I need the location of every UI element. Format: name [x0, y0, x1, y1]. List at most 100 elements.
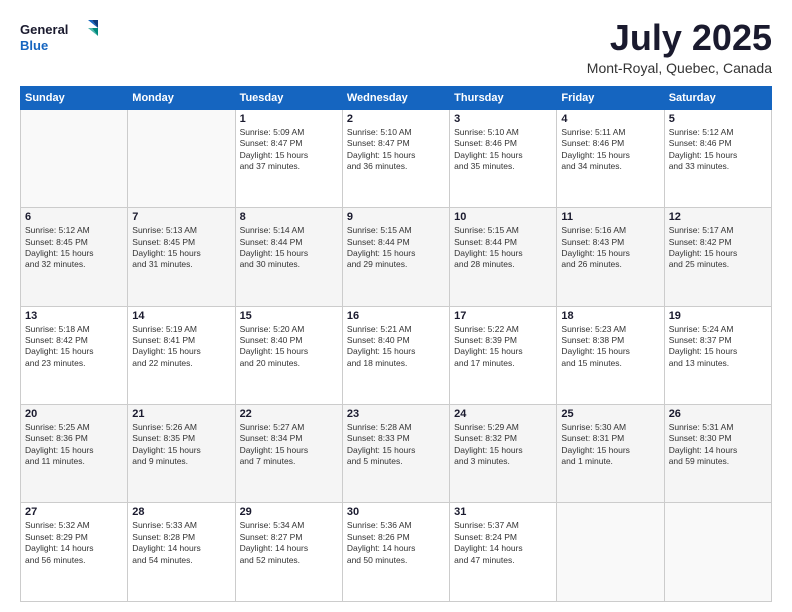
cell-week2-day4: 9Sunrise: 5:15 AM Sunset: 8:44 PM Daylig…	[342, 208, 449, 306]
day-info: Sunrise: 5:10 AM Sunset: 8:47 PM Dayligh…	[347, 127, 445, 173]
day-info: Sunrise: 5:12 AM Sunset: 8:46 PM Dayligh…	[669, 127, 767, 173]
day-info: Sunrise: 5:26 AM Sunset: 8:35 PM Dayligh…	[132, 422, 230, 468]
week-row-5: 27 Sunrise: 5:32 AM Sunset: 8:29 PM Dayli…	[21, 503, 772, 602]
day-info: Sunrise: 5:19 AM Sunset: 8:41 PM Dayligh…	[132, 324, 230, 370]
day-info: Sunrise: 5:10 AM Sunset: 8:46 PM Dayligh…	[454, 127, 552, 173]
day-info: Sunrise: 5:37 AM Sunset: 8:24 PM Dayligh…	[454, 520, 552, 566]
day-number: 17	[454, 310, 552, 322]
calendar-header: SundayMondayTuesdayWednesdayThursdayFrid…	[21, 86, 772, 109]
day-info: Sunrise: 5:28 AM Sunset: 8:33 PM Dayligh…	[347, 422, 445, 468]
day-info: Sunrise: 5:18 AM Sunset: 8:42 PM Dayligh…	[25, 324, 123, 370]
cell-week1-day4: 2Sunrise: 5:10 AM Sunset: 8:47 PM Daylig…	[342, 109, 449, 207]
day-info: Sunrise: 5:24 AM Sunset: 8:37 PM Dayligh…	[669, 324, 767, 370]
day-info: Sunrise: 5:36 AM Sunset: 8:26 PM Dayligh…	[347, 520, 445, 566]
cell-week1-day1	[21, 109, 128, 207]
day-info: Sunrise: 5:25 AM Sunset: 8:36 PM Dayligh…	[25, 422, 123, 468]
day-info: Sunrise: 5:27 AM Sunset: 8:34 PM Dayligh…	[240, 422, 338, 468]
day-number: 24	[454, 408, 552, 420]
day-number: 12	[669, 211, 767, 223]
day-info: Sunrise: 5:32 AM Sunset: 8:29 PM Dayligh…	[25, 520, 123, 566]
cell-week3-day6: 18 Sunrise: 5:23 AM Sunset: 8:38 PM Dayli…	[557, 306, 664, 404]
day-number: 23	[347, 408, 445, 420]
cell-week5-day1: 27 Sunrise: 5:32 AM Sunset: 8:29 PM Dayli…	[21, 503, 128, 602]
day-number: 21	[132, 408, 230, 420]
day-info: Sunrise: 5:22 AM Sunset: 8:39 PM Dayligh…	[454, 324, 552, 370]
header-wednesday: Wednesday	[342, 86, 449, 109]
cell-week3-day7: 19 Sunrise: 5:24 AM Sunset: 8:37 PM Dayli…	[664, 306, 771, 404]
cell-week1-day2	[128, 109, 235, 207]
day-number: 9	[347, 211, 445, 223]
calendar-body: 1 Sunrise: 5:09 AM Sunset: 8:47 PM Daylig…	[21, 109, 772, 601]
cell-week5-day2: 28Sunrise: 5:33 AM Sunset: 8:28 PM Dayli…	[128, 503, 235, 602]
day-number: 4	[561, 113, 659, 125]
week-row-4: 20 Sunrise: 5:25 AM Sunset: 8:36 PM Dayli…	[21, 405, 772, 503]
cell-week4-day3: 22 Sunrise: 5:27 AM Sunset: 8:34 PM Dayli…	[235, 405, 342, 503]
week-row-2: 6Sunrise: 5:12 AM Sunset: 8:45 PM Daylig…	[21, 208, 772, 306]
day-number: 26	[669, 408, 767, 420]
header-row: SundayMondayTuesdayWednesdayThursdayFrid…	[21, 86, 772, 109]
title-block: July 2025 Mont-Royal, Quebec, Canada	[587, 18, 772, 76]
day-info: Sunrise: 5:34 AM Sunset: 8:27 PM Dayligh…	[240, 520, 338, 566]
header-monday: Monday	[128, 86, 235, 109]
main-title: July 2025	[587, 18, 772, 58]
day-info: Sunrise: 5:17 AM Sunset: 8:42 PM Dayligh…	[669, 225, 767, 271]
header: General Blue July 2025 Mont-Royal, Quebe…	[20, 18, 772, 76]
week-row-1: 1 Sunrise: 5:09 AM Sunset: 8:47 PM Daylig…	[21, 109, 772, 207]
svg-text:General: General	[20, 22, 68, 37]
header-sunday: Sunday	[21, 86, 128, 109]
day-number: 28	[132, 506, 230, 518]
day-number: 3	[454, 113, 552, 125]
day-info: Sunrise: 5:13 AM Sunset: 8:45 PM Dayligh…	[132, 225, 230, 271]
day-number: 19	[669, 310, 767, 322]
day-number: 31	[454, 506, 552, 518]
cell-week5-day5: 31 Sunrise: 5:37 AM Sunset: 8:24 PM Dayli…	[450, 503, 557, 602]
cell-week4-day4: 23 Sunrise: 5:28 AM Sunset: 8:33 PM Dayli…	[342, 405, 449, 503]
cell-week1-day5: 3 Sunrise: 5:10 AM Sunset: 8:46 PM Daylig…	[450, 109, 557, 207]
cell-week3-day5: 17 Sunrise: 5:22 AM Sunset: 8:39 PM Dayli…	[450, 306, 557, 404]
day-info: Sunrise: 5:23 AM Sunset: 8:38 PM Dayligh…	[561, 324, 659, 370]
header-thursday: Thursday	[450, 86, 557, 109]
day-info: Sunrise: 5:31 AM Sunset: 8:30 PM Dayligh…	[669, 422, 767, 468]
week-row-3: 13Sunrise: 5:18 AM Sunset: 8:42 PM Dayli…	[21, 306, 772, 404]
day-number: 18	[561, 310, 659, 322]
page: General Blue July 2025 Mont-Royal, Quebe…	[0, 0, 792, 612]
day-number: 30	[347, 506, 445, 518]
day-number: 29	[240, 506, 338, 518]
day-number: 27	[25, 506, 123, 518]
cell-week2-day2: 7Sunrise: 5:13 AM Sunset: 8:45 PM Daylig…	[128, 208, 235, 306]
cell-week2-day5: 10Sunrise: 5:15 AM Sunset: 8:44 PM Dayli…	[450, 208, 557, 306]
day-number: 20	[25, 408, 123, 420]
cell-week3-day1: 13Sunrise: 5:18 AM Sunset: 8:42 PM Dayli…	[21, 306, 128, 404]
header-tuesday: Tuesday	[235, 86, 342, 109]
subtitle: Mont-Royal, Quebec, Canada	[587, 60, 772, 76]
cell-week2-day1: 6Sunrise: 5:12 AM Sunset: 8:45 PM Daylig…	[21, 208, 128, 306]
calendar-table: SundayMondayTuesdayWednesdayThursdayFrid…	[20, 86, 772, 602]
cell-week4-day2: 21 Sunrise: 5:26 AM Sunset: 8:35 PM Dayli…	[128, 405, 235, 503]
day-info: Sunrise: 5:29 AM Sunset: 8:32 PM Dayligh…	[454, 422, 552, 468]
cell-week1-day6: 4Sunrise: 5:11 AM Sunset: 8:46 PM Daylig…	[557, 109, 664, 207]
day-number: 1	[240, 113, 338, 125]
cell-week4-day1: 20 Sunrise: 5:25 AM Sunset: 8:36 PM Dayli…	[21, 405, 128, 503]
day-number: 16	[347, 310, 445, 322]
cell-week5-day4: 30 Sunrise: 5:36 AM Sunset: 8:26 PM Dayli…	[342, 503, 449, 602]
day-number: 25	[561, 408, 659, 420]
cell-week3-day4: 16Sunrise: 5:21 AM Sunset: 8:40 PM Dayli…	[342, 306, 449, 404]
day-number: 6	[25, 211, 123, 223]
cell-week4-day5: 24 Sunrise: 5:29 AM Sunset: 8:32 PM Dayli…	[450, 405, 557, 503]
day-number: 5	[669, 113, 767, 125]
cell-week5-day7	[664, 503, 771, 602]
header-friday: Friday	[557, 86, 664, 109]
day-info: Sunrise: 5:30 AM Sunset: 8:31 PM Dayligh…	[561, 422, 659, 468]
day-number: 22	[240, 408, 338, 420]
day-number: 10	[454, 211, 552, 223]
cell-week3-day3: 15Sunrise: 5:20 AM Sunset: 8:40 PM Dayli…	[235, 306, 342, 404]
day-number: 11	[561, 211, 659, 223]
day-info: Sunrise: 5:09 AM Sunset: 8:47 PM Dayligh…	[240, 127, 338, 173]
day-info: Sunrise: 5:16 AM Sunset: 8:43 PM Dayligh…	[561, 225, 659, 271]
logo-icon: General Blue	[20, 18, 100, 56]
day-number: 14	[132, 310, 230, 322]
cell-week4-day6: 25 Sunrise: 5:30 AM Sunset: 8:31 PM Dayli…	[557, 405, 664, 503]
cell-week2-day6: 11 Sunrise: 5:16 AM Sunset: 8:43 PM Dayli…	[557, 208, 664, 306]
cell-week4-day7: 26 Sunrise: 5:31 AM Sunset: 8:30 PM Dayli…	[664, 405, 771, 503]
day-info: Sunrise: 5:14 AM Sunset: 8:44 PM Dayligh…	[240, 225, 338, 271]
